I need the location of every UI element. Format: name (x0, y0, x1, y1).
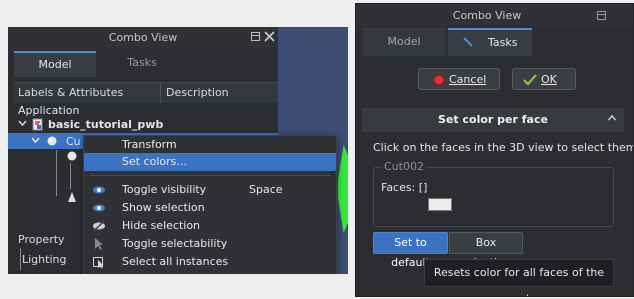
right-combo-view: Combo View Model Tasks Cancel OK Set col… (355, 3, 634, 297)
right-title: Combo View (452, 9, 522, 22)
header-separator (160, 83, 161, 103)
menu-item-select-all-instances[interactable]: Select all instances (84, 253, 336, 271)
eye-icon (92, 183, 106, 197)
context-menu: Transform Set colors... Toggle visibilit… (83, 135, 337, 274)
tree-connector-line (70, 163, 71, 189)
cone-icon (67, 191, 77, 203)
property-header: Property (18, 233, 65, 246)
menu-item-set-colors[interactable]: Set colors... (84, 153, 336, 171)
menu-item-label: Toggle visibility (122, 183, 207, 196)
menu-item-toggle-visibility[interactable]: Toggle visibility Space (84, 181, 336, 199)
select-instances-icon (92, 255, 106, 269)
tree-header: Labels & Attributes Description (14, 82, 278, 103)
collapse-arrow-icon[interactable] (18, 119, 27, 128)
group-title: Cut002 (381, 160, 427, 173)
tab-tasks[interactable]: Tasks (448, 28, 532, 56)
menu-item-toggle-selectability[interactable]: Toggle selectability (84, 235, 336, 253)
close-icon[interactable] (264, 31, 275, 42)
float-icon[interactable] (250, 31, 261, 42)
section-title: Set color per face (438, 113, 548, 126)
right-tabbar: Model Tasks (362, 28, 624, 56)
menu-item-label: Toggle selectability (122, 237, 228, 250)
left-combo-view: Combo View Model Tasks Labels & Attribut… (8, 27, 348, 274)
tab-tasks[interactable]: Tasks (98, 51, 186, 77)
task-panel: Cancel OK Set color per face Click on th… (362, 56, 633, 296)
color-swatch-button[interactable] (428, 198, 452, 211)
property-tree-line (20, 248, 21, 270)
tree-cut-label: Cu (66, 135, 81, 148)
faces-label: Faces: [] (381, 181, 428, 194)
cancel-button[interactable]: Cancel (418, 68, 500, 90)
tab-model[interactable]: Model (14, 51, 96, 77)
menu-item-label: Select all instances (122, 255, 229, 268)
tooltip: Resets color for all faces of the part (424, 259, 614, 296)
part-icon (66, 150, 78, 162)
instruction-text: Click on the faces in the 3D view to sel… (373, 141, 634, 154)
cursor-icon (92, 237, 106, 251)
menu-item-transform[interactable]: Transform (84, 136, 336, 154)
show-selection-icon (92, 201, 106, 215)
tree-document-label: basic_tutorial_pwb (48, 118, 164, 131)
chevron-up-icon[interactable] (607, 113, 617, 123)
left-titlebar: Combo View (8, 27, 278, 49)
right-titlebar: Combo View (356, 4, 633, 26)
tree-connector-line (56, 150, 57, 196)
tab-model[interactable]: Model (362, 28, 446, 56)
tab-tasks-label: Tasks (488, 36, 518, 49)
float-icon[interactable] (596, 10, 607, 21)
property-lighting[interactable]: Lighting (22, 253, 66, 266)
part-cut-icon (46, 135, 58, 147)
menu-item-label: Set colors... (122, 155, 187, 168)
face-group-box (373, 167, 614, 227)
tree-row-document[interactable]: basic_tutorial_pwb (8, 118, 278, 134)
collapse-arrow-icon[interactable] (31, 136, 40, 145)
left-tabbar: Model Tasks (14, 51, 276, 77)
hide-selection-icon (92, 219, 106, 233)
cancel-icon (433, 74, 445, 86)
menu-item-label: Show selection (122, 201, 205, 214)
menu-item-label: Hide selection (122, 219, 201, 232)
menu-item-show-selection[interactable]: Show selection (84, 199, 336, 217)
section-header[interactable]: Set color per face (362, 108, 624, 132)
cancel-label: Cancel (449, 73, 487, 86)
set-to-default-button[interactable]: Set to default (373, 232, 448, 269)
header-labels[interactable]: Labels & Attributes (18, 86, 123, 99)
menu-item-shortcut: Space (249, 183, 283, 196)
box-selection-button[interactable]: Box selection (449, 232, 523, 269)
freecad-document-icon (32, 118, 44, 131)
ok-icon (523, 74, 537, 86)
header-description[interactable]: Description (166, 86, 229, 99)
tree-application-label: Application (18, 104, 80, 117)
tasks-pencil-icon (462, 36, 474, 48)
menu-item-hide-selection[interactable]: Hide selection (84, 217, 336, 235)
ok-label: OK (541, 73, 557, 86)
menu-item-label: Transform (122, 138, 177, 151)
menu-separator (90, 175, 330, 176)
left-title: Combo View (108, 31, 178, 44)
ok-button[interactable]: OK (512, 68, 576, 90)
